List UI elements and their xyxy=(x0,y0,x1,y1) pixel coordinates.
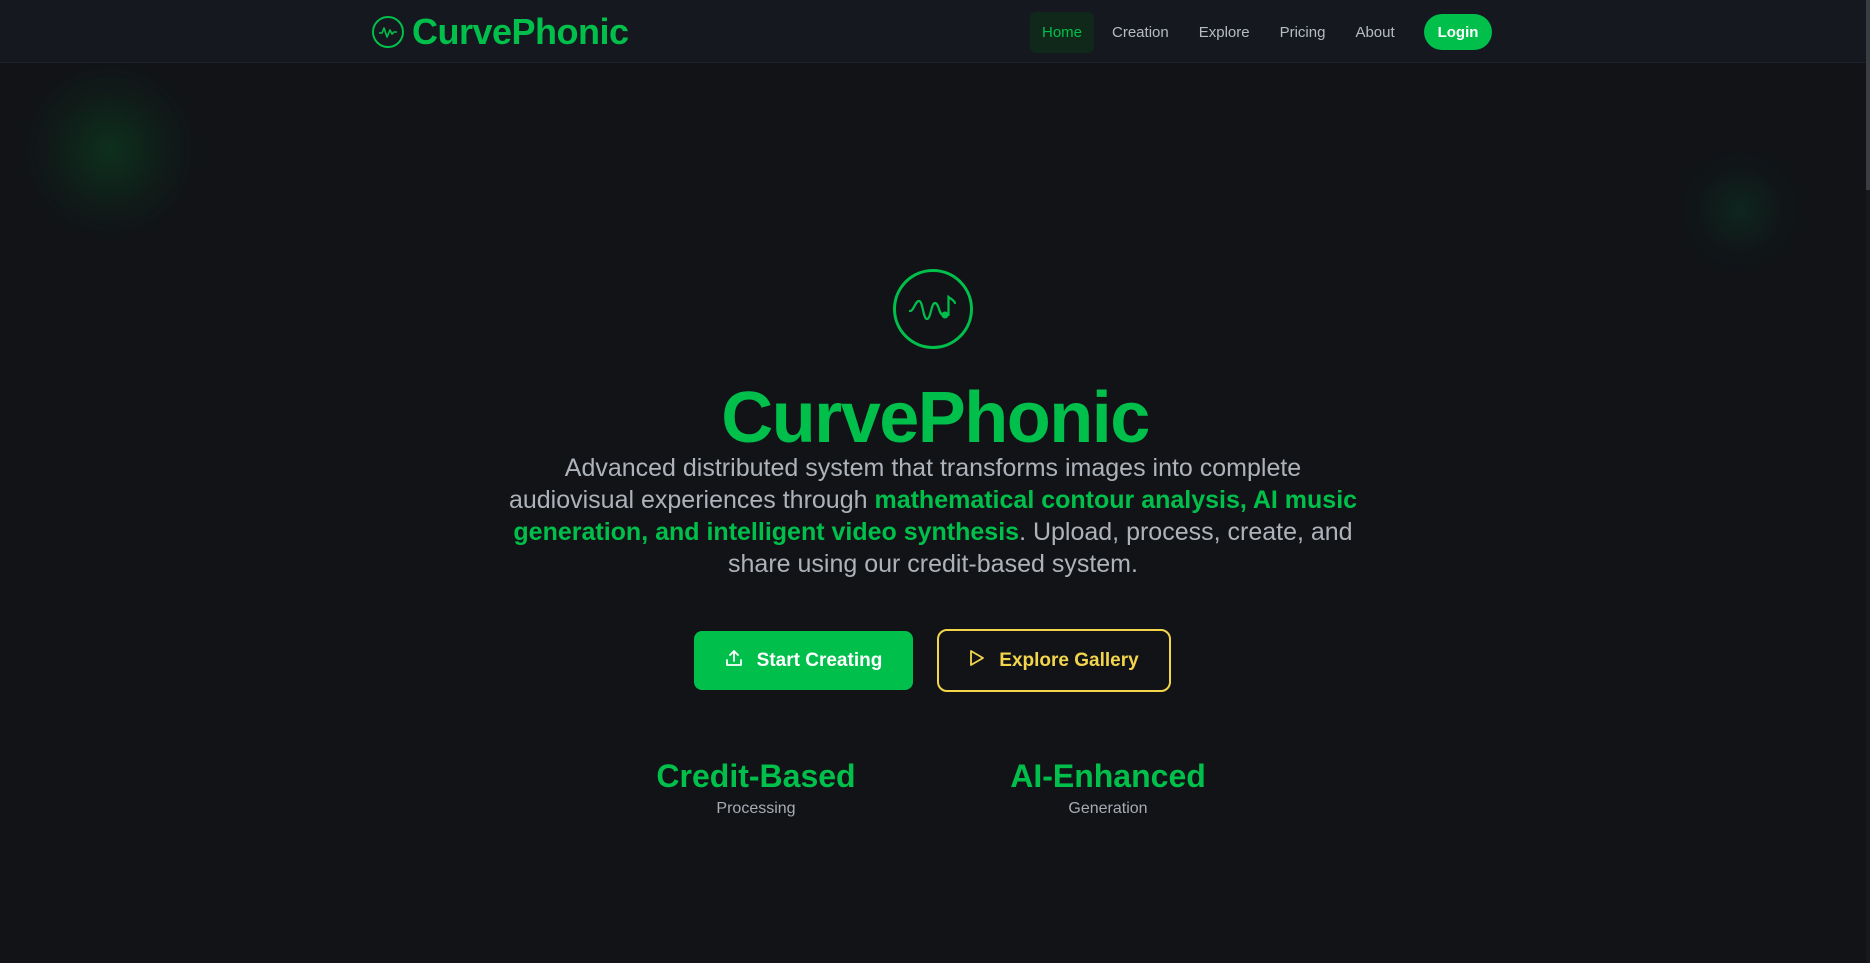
nav-item-home[interactable]: Home xyxy=(1030,11,1095,53)
scrollbar-thumb[interactable] xyxy=(1866,0,1870,190)
login-button[interactable]: Login xyxy=(1424,14,1492,50)
nav-item-explore[interactable]: Explore xyxy=(1187,12,1262,53)
background-glow-left xyxy=(20,60,200,240)
waveform-music-note-icon xyxy=(893,269,973,349)
brand-name: CurvePhonic xyxy=(412,11,629,52)
stat-title: Credit-Based xyxy=(656,758,856,794)
nav-item-about[interactable]: About xyxy=(1343,12,1406,53)
upload-icon xyxy=(725,649,743,673)
stat-ai-enhanced: AI-Enhanced Generation xyxy=(978,756,1238,818)
start-creating-button[interactable]: Start Creating xyxy=(694,631,913,690)
background-glow-right xyxy=(1670,150,1810,270)
nav-item-pricing[interactable]: Pricing xyxy=(1268,12,1338,53)
hero-description: Advanced distributed system that transfo… xyxy=(500,452,1366,580)
nav-item-creation[interactable]: Creation xyxy=(1100,12,1181,53)
hero-title: CurvePhonic xyxy=(721,378,1150,458)
waveform-icon xyxy=(372,16,404,48)
main-nav: Home Creation Explore Pricing About xyxy=(1030,10,1407,54)
explore-gallery-button[interactable]: Explore Gallery xyxy=(937,629,1171,692)
stat-title: AI-Enhanced xyxy=(1010,758,1206,794)
stat-subtitle: Generation xyxy=(1068,800,1148,817)
stat-subtitle: Processing xyxy=(716,800,796,817)
play-icon xyxy=(969,649,985,673)
page-scrollbar[interactable] xyxy=(1866,0,1870,963)
stat-credit-based: Credit-Based Processing xyxy=(626,756,886,818)
top-navbar: CurvePhonic Home Creation Explore Pricin… xyxy=(0,0,1870,63)
brand-logo-link[interactable]: CurvePhonic xyxy=(372,11,629,52)
explore-gallery-label: Explore Gallery xyxy=(999,649,1139,671)
start-creating-label: Start Creating xyxy=(756,649,883,671)
